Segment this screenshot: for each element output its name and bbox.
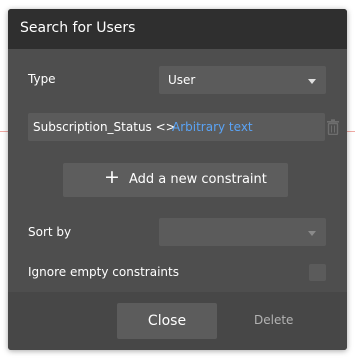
constraint-field: Subscription_Status <> [33,120,176,134]
type-label: Type [28,72,56,86]
search-dialog: Search for Users Type User Subscription_… [8,9,347,350]
ignore-empty-label: Ignore empty constraints [28,265,179,279]
delete-button[interactable]: Delete [254,313,293,327]
constraint-value[interactable]: Arbitrary text [172,120,253,134]
plus-icon: + [104,166,120,188]
dialog-footer: Close Delete [8,292,347,350]
close-button[interactable]: Close [117,303,217,339]
add-constraint-button[interactable]: + Add a new constraint [63,163,288,197]
dialog-titlebar[interactable]: Search for Users [8,9,347,49]
type-dropdown-value: User [168,73,196,87]
add-constraint-label: Add a new constraint [129,172,267,187]
trash-icon[interactable] [326,119,340,135]
sort-by-label: Sort by [28,225,72,239]
type-dropdown[interactable]: User [159,66,326,94]
chevron-down-icon [308,79,316,84]
chevron-down-icon [308,231,316,236]
ignore-empty-checkbox[interactable] [309,264,326,281]
sort-by-dropdown[interactable] [159,218,326,246]
constraint-row[interactable]: Subscription_Status <> Arbitrary text [28,113,325,141]
dialog-title: Search for Users [20,20,136,36]
